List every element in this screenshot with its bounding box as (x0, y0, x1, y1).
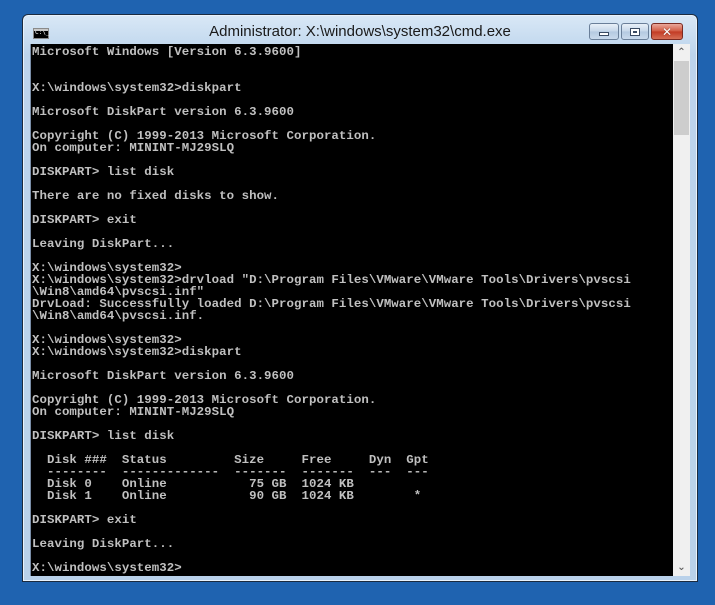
title-bar[interactable]: C:\_ Administrator: X:\windows\system32\… (23, 15, 697, 45)
console-line: Leaving DiskPart... (32, 537, 175, 551)
scroll-down-icon[interactable]: ⌄ (673, 559, 690, 576)
console-line: DISKPART> exit (32, 213, 137, 227)
minimize-icon (599, 31, 609, 36)
console-line: X:\windows\system32> (32, 561, 182, 575)
console-line: DISKPART> exit (32, 513, 137, 527)
console-line: X:\windows\system32>diskpart (32, 81, 242, 95)
console-line: Microsoft DiskPart version 6.3.9600 (32, 105, 294, 119)
console-line: Leaving DiskPart... (32, 237, 175, 251)
console-line: On computer: MININT-MJ29SLQ (32, 141, 235, 155)
close-icon: ✕ (661, 24, 673, 39)
maximize-button[interactable] (621, 23, 649, 40)
console-line: On computer: MININT-MJ29SLQ (32, 405, 235, 419)
scrollbar-thumb[interactable] (674, 61, 689, 135)
console-line: \Win8\amd64\pvscsi.inf. (32, 309, 205, 323)
vertical-scrollbar[interactable]: ⌃ ⌄ (673, 44, 690, 576)
close-button[interactable]: ✕ (651, 23, 683, 40)
maximize-icon (630, 27, 640, 36)
console-line: DISKPART> list disk (32, 165, 175, 179)
scroll-up-icon[interactable]: ⌃ (673, 44, 690, 61)
console-line: DISKPART> list disk (32, 429, 175, 443)
console-line: Microsoft DiskPart version 6.3.9600 (32, 369, 294, 383)
console-line: X:\windows\system32>diskpart (32, 345, 242, 359)
minimize-button[interactable] (589, 23, 619, 40)
console-output[interactable]: Microsoft Windows [Version 6.3.9600] X:\w… (30, 44, 674, 576)
console-line: Disk 1 Online 90 GB 1024 KB * (32, 489, 422, 503)
console-line: There are no fixed disks to show. (32, 189, 280, 203)
console-line: Microsoft Windows [Version 6.3.9600] (32, 45, 302, 59)
